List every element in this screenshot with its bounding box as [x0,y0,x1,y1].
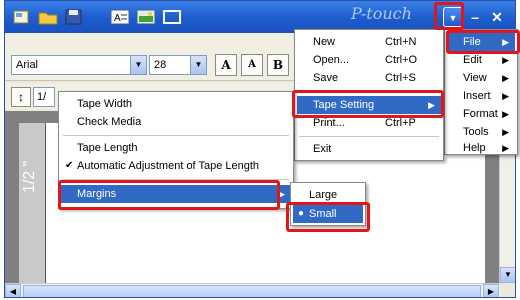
menu-item-label: Margins [77,188,117,200]
font-family-value: Arial [16,59,39,71]
tape-width-field[interactable]: 1/ [33,87,55,107]
main-menu: File ▶ Edit ▶ View ▶ Insert ▶ Format ▶ Tools ▶… [444,29,518,155]
font-shrink-button[interactable]: A [241,54,263,76]
font-size-select[interactable]: 28 ▼ [149,55,207,75]
menu-item-label: Small [309,208,337,220]
checkmark-icon: ✔ [65,160,74,171]
menu-item-label: Tools [463,126,489,138]
tape-width-label: 1/2 " [21,160,38,193]
menu-item-label: Print... [313,117,345,129]
radio-bullet-icon: ● [298,208,305,219]
margins-menu: Large ● Small [290,182,366,226]
chevron-down-icon[interactable]: ▼ [130,56,146,74]
menu-item-view[interactable]: View ▶ [447,69,515,87]
tape-ruler: 1/2 " [19,123,45,283]
menu-item-label: Tape Setting [313,99,375,111]
bold-button[interactable]: B [267,54,289,76]
menu-item-label: Open... [313,54,350,66]
chevron-right-icon: ▶ [502,55,509,65]
menu-dropdown-button[interactable]: ▼ [443,7,463,27]
chevron-down-icon[interactable]: ▼ [190,56,206,74]
menu-item-open[interactable]: Open... Ctrl+O [297,51,441,69]
menu-item-print[interactable]: Print... Ctrl+P [297,114,441,132]
save-disk-icon[interactable] [63,7,85,27]
menu-separator [299,92,439,93]
shortcut-label: Ctrl+S [385,72,416,84]
chevron-right-icon: ▶ [502,109,509,119]
menu-item-label: Exit [313,143,332,155]
tape-setting-menu: Tape Width Check Media Tape Length ✔ Auto… [58,91,294,209]
menu-item-small[interactable]: ● Small [293,205,363,223]
close-button[interactable]: ✕ [487,7,507,27]
menu-item-label: Tape Length [77,142,138,154]
font-size-value: 28 [154,59,167,71]
menu-item-auto-adjust-tape-length[interactable]: ✔ Automatic Adjustment of Tape Length [61,157,291,175]
menu-item-tape-width[interactable]: Tape Width [61,95,291,113]
app-logo: P-touch [351,4,412,23]
svg-text:A: A [114,13,121,24]
menu-separator [63,179,289,180]
text-icon[interactable]: A [109,7,131,27]
shortcut-label: Ctrl+O [385,54,418,66]
menu-item-margins[interactable]: Margins ▶ [61,185,291,203]
menu-item-new[interactable]: New Ctrl+N [297,33,441,51]
chevron-right-icon: ▶ [502,37,509,47]
menu-item-label: New [313,36,336,48]
menu-item-save[interactable]: Save Ctrl+S [297,69,441,87]
open-folder-icon[interactable] [37,7,59,27]
file-menu: New Ctrl+N Open... Ctrl+O Save Ctrl+S Tape … [294,29,444,161]
menu-item-label: View [463,72,487,84]
menu-item-label: Edit [463,54,482,66]
font-family-select[interactable]: Arial ▼ [11,55,147,75]
shortcut-label: Ctrl+P [385,117,416,129]
menu-item-edit[interactable]: Edit ▶ [447,51,515,69]
menu-item-insert[interactable]: Insert ▶ [447,87,515,105]
menu-separator [63,135,289,136]
menu-item-label: Save [313,72,339,84]
chevron-right-icon: ▶ [502,143,509,153]
chevron-right-icon: ▶ [428,100,435,110]
menu-item-label: File [463,36,481,48]
minimize-button[interactable]: – [465,7,485,27]
chevron-right-icon: ▶ [278,189,285,199]
menu-item-help[interactable]: Help ▶ [447,139,515,157]
menu-item-label: Format [463,108,498,120]
menu-item-label: Automatic Adjustment of Tape Length [77,160,260,172]
horizontal-scrollbar[interactable]: ◀ ▶ [5,283,501,297]
font-grow-button[interactable]: A [215,54,237,76]
menu-item-format[interactable]: Format ▶ [447,105,515,123]
scroll-down-icon[interactable]: ▼ [500,267,515,283]
menu-item-label: Check Media [77,116,142,128]
chevron-right-icon: ▶ [502,73,509,83]
chevron-right-icon: ▶ [502,91,509,101]
tape-width-icon[interactable]: ↕ [11,87,31,107]
menu-item-file[interactable]: File ▶ [447,33,515,51]
menu-item-label: Tape Width [77,98,133,110]
scroll-right-icon[interactable]: ▶ [483,284,499,297]
menu-item-large[interactable]: Large [293,186,363,204]
frame-icon[interactable] [161,7,183,27]
menu-item-exit[interactable]: Exit [297,140,441,158]
menu-item-label: Insert [463,90,491,102]
menu-item-tape-length[interactable]: Tape Length [61,139,291,157]
menu-separator [299,136,439,137]
scroll-thumb[interactable] [23,285,481,297]
menu-item-label: Help [463,142,486,154]
new-layout-icon[interactable] [11,7,33,27]
menu-item-tape-setting[interactable]: Tape Setting ▶ [297,96,441,114]
image-icon[interactable] [135,7,157,27]
scroll-left-icon[interactable]: ◀ [5,284,21,297]
shortcut-label: Ctrl+N [385,36,417,48]
menu-item-label: Large [309,189,338,201]
menu-item-check-media[interactable]: Check Media [61,113,291,131]
